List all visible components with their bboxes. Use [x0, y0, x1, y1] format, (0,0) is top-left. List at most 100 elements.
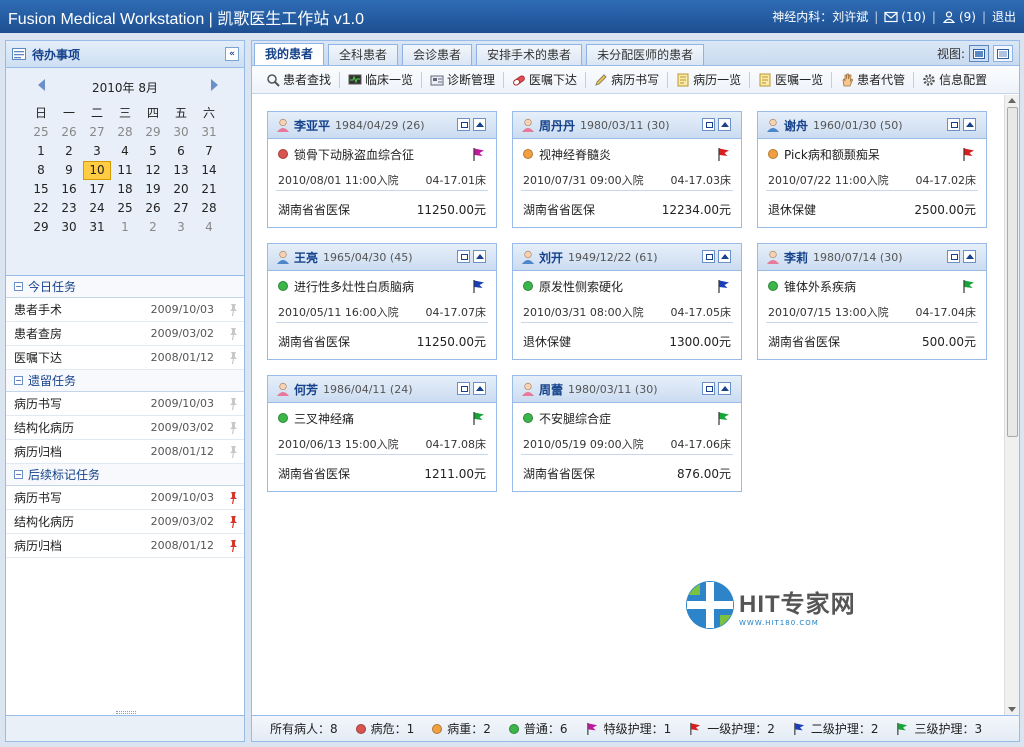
calendar-day[interactable]: 16: [55, 180, 83, 199]
restore-button[interactable]: [457, 382, 470, 395]
calendar-day[interactable]: 4: [195, 218, 223, 237]
task-row[interactable]: 病历归档 2008/01/12: [6, 534, 244, 558]
clinical-overview-button[interactable]: 临床一览: [344, 71, 417, 88]
scroll-thumb[interactable]: [1007, 107, 1018, 437]
collapse-icon[interactable]: −: [14, 470, 23, 479]
task-row[interactable]: 医嘱下达 2008/01/12: [6, 346, 244, 370]
tab-consult-patients[interactable]: 会诊患者: [402, 44, 473, 65]
calendar-day[interactable]: 6: [167, 142, 195, 161]
tab-surgery-patients[interactable]: 安排手术的患者: [476, 44, 583, 65]
patient-name[interactable]: 刘开: [539, 249, 563, 266]
patient-name[interactable]: 何芳: [294, 381, 318, 398]
calendar-day[interactable]: 5: [139, 142, 167, 161]
pin-icon[interactable]: [227, 422, 238, 434]
calendar-day[interactable]: 30: [55, 218, 83, 237]
patient-card[interactable]: 周蕾 1980/03/11 (30) 不安腿综合症 2010/05/19 09:00入…: [512, 375, 742, 492]
calendar-day[interactable]: 12: [139, 161, 167, 180]
calendar-day[interactable]: 7: [195, 142, 223, 161]
restore-button[interactable]: [947, 118, 960, 131]
restore-button[interactable]: [702, 118, 715, 131]
calendar-day[interactable]: 11: [111, 161, 139, 180]
calendar-day[interactable]: 23: [55, 199, 83, 218]
pin-icon[interactable]: [227, 516, 238, 528]
tab-my-patients[interactable]: 我的患者: [254, 43, 325, 65]
collapse-card-button[interactable]: [718, 250, 731, 263]
patient-search-button[interactable]: 患者查找: [262, 71, 335, 88]
order-overview-button[interactable]: 医嘱一览: [754, 71, 827, 88]
patient-name[interactable]: 李莉: [784, 249, 808, 266]
task-row[interactable]: 病历书写 2009/10/03: [6, 392, 244, 416]
collapse-card-button[interactable]: [473, 250, 486, 263]
calendar-day[interactable]: 13: [167, 161, 195, 180]
resize-grip[interactable]: [116, 711, 136, 714]
pin-icon[interactable]: [227, 446, 238, 458]
calendar-day[interactable]: 29: [27, 218, 55, 237]
collapse-card-button[interactable]: [473, 382, 486, 395]
calendar-day-today[interactable]: 10: [83, 161, 111, 180]
calendar-day[interactable]: 3: [167, 218, 195, 237]
task-section-header[interactable]: − 遗留任务: [6, 370, 244, 392]
pin-icon[interactable]: [227, 328, 238, 340]
calendar-day[interactable]: 25: [27, 123, 55, 142]
patient-card[interactable]: 李莉 1980/07/14 (30) 锥体外系疾病 2010/07/15 13:00入…: [757, 243, 987, 360]
collapse-card-button[interactable]: [473, 118, 486, 131]
restore-button[interactable]: [457, 250, 470, 263]
calendar-day[interactable]: 29: [139, 123, 167, 142]
list-view-button[interactable]: [993, 45, 1013, 62]
collapse-card-button[interactable]: [963, 118, 976, 131]
order-issue-button[interactable]: 医嘱下达: [508, 71, 581, 88]
calendar-day[interactable]: 1: [111, 218, 139, 237]
scroll-down-arrow[interactable]: [1008, 707, 1016, 712]
tab-all-patients[interactable]: 全科患者: [328, 44, 399, 65]
calendar-day[interactable]: 9: [55, 161, 83, 180]
diagnosis-management-button[interactable]: 诊断管理: [426, 71, 499, 88]
scroll-up-arrow[interactable]: [1008, 98, 1016, 103]
pin-icon[interactable]: [227, 352, 238, 364]
calendar-day[interactable]: 27: [167, 199, 195, 218]
calendar-day[interactable]: 2: [55, 142, 83, 161]
messages-button[interactable]: (10): [884, 10, 926, 24]
restore-button[interactable]: [702, 382, 715, 395]
patient-name[interactable]: 周丹丹: [539, 117, 575, 134]
calendar-day[interactable]: 8: [27, 161, 55, 180]
task-row[interactable]: 结构化病历 2009/03/02: [6, 510, 244, 534]
collapse-card-button[interactable]: [963, 250, 976, 263]
calendar-day[interactable]: 31: [195, 123, 223, 142]
calendar-day[interactable]: 25: [111, 199, 139, 218]
calendar-day[interactable]: 30: [167, 123, 195, 142]
calendar-day[interactable]: 22: [27, 199, 55, 218]
people-button[interactable]: (9): [942, 10, 976, 24]
collapse-card-button[interactable]: [718, 382, 731, 395]
calendar-day[interactable]: 28: [195, 199, 223, 218]
panel-splitter[interactable]: [246, 340, 250, 360]
calendar-day[interactable]: 27: [83, 123, 111, 142]
collapse-icon[interactable]: −: [14, 282, 23, 291]
collapse-panel-button[interactable]: «: [225, 47, 239, 61]
calendar-day[interactable]: 3: [83, 142, 111, 161]
patient-card[interactable]: 王亮 1965/04/30 (45) 进行性多灶性白质脑病 2010/05/11 16…: [267, 243, 497, 360]
record-writing-button[interactable]: 病历书写: [590, 71, 663, 88]
collapse-card-button[interactable]: [718, 118, 731, 131]
record-overview-button[interactable]: 病历一览: [672, 71, 745, 88]
calendar-day[interactable]: 20: [167, 180, 195, 199]
task-row[interactable]: 病历书写 2009/10/03: [6, 486, 244, 510]
task-section-header[interactable]: − 后续标记任务: [6, 464, 244, 486]
calendar-day[interactable]: 26: [55, 123, 83, 142]
calendar-day[interactable]: 31: [83, 218, 111, 237]
calendar-day[interactable]: 28: [111, 123, 139, 142]
task-row[interactable]: 患者手术 2009/10/03: [6, 298, 244, 322]
patient-proxy-button[interactable]: 患者代管: [836, 71, 909, 88]
patient-card[interactable]: 周丹丹 1980/03/11 (30) 视神经脊髓炎 2010/07/31 09:00…: [512, 111, 742, 228]
calendar-day[interactable]: 14: [195, 161, 223, 180]
calendar-day[interactable]: 1: [27, 142, 55, 161]
calendar-day[interactable]: 21: [195, 180, 223, 199]
patient-card[interactable]: 李亚平 1984/04/29 (26) 锁骨下动脉盗血综合征 2010/08/01 1…: [267, 111, 497, 228]
patient-name[interactable]: 王亮: [294, 249, 318, 266]
patient-name[interactable]: 周蕾: [539, 381, 563, 398]
task-row[interactable]: 病历归档 2008/01/12: [6, 440, 244, 464]
tab-unassigned-patients[interactable]: 未分配医师的患者: [586, 44, 705, 65]
patient-card[interactable]: 谢舟 1960/01/30 (50) Pick病和额颞痴呆 2010/07/22 11…: [757, 111, 987, 228]
restore-button[interactable]: [457, 118, 470, 131]
patient-card[interactable]: 何芳 1986/04/11 (24) 三叉神经痛 2010/06/13 15:00入院…: [267, 375, 497, 492]
restore-button[interactable]: [702, 250, 715, 263]
